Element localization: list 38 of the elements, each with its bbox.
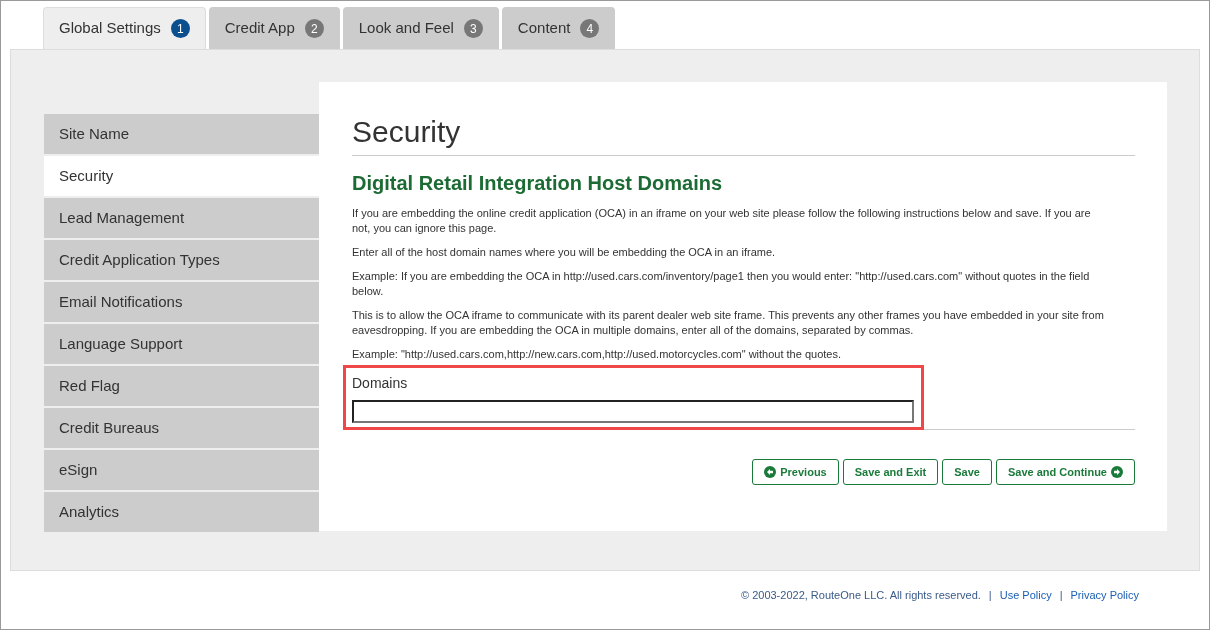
sidebar-item[interactable]: Analytics <box>44 492 319 532</box>
step-number-badge: 3 <box>463 19 483 38</box>
page-title: Security <box>352 112 1135 156</box>
tab[interactable]: Credit App 2 <box>208 7 340 49</box>
right-arrow-circle-icon <box>1111 466 1123 478</box>
sidebar-item[interactable]: Email Notifications <box>44 282 319 322</box>
instruction-text: Enter all of the host domain names where you will be embedding the OCA in an iframe. <box>352 245 777 260</box>
sidebar-item[interactable]: Site Name <box>44 114 319 154</box>
domains-input-field[interactable] <box>352 400 914 423</box>
left-arrow-circle-icon <box>764 466 777 478</box>
sidebar-item[interactable]: Lead Management <box>44 198 319 238</box>
sidebar-item[interactable]: Credit Bureaus <box>44 408 319 448</box>
instruction-text: This is to allow the OCA iframe to communicate with its parent dealer web site frame. This prevents any other frames you have embedded in your site from eavesdropping. If you are embedding the OCA in multiple domains, enter all of the domains, separated by commas. <box>352 308 1105 338</box>
separator: | <box>988 588 992 603</box>
tab[interactable]: Content 4 <box>501 7 616 49</box>
action-button[interactable]: Save and Exit <box>842 459 939 485</box>
sidebar-item[interactable]: Red Flag <box>44 366 319 406</box>
step-number-badge: 2 <box>304 19 324 38</box>
action-button[interactable]: Previous <box>752 459 839 485</box>
sidebar-item[interactable]: Security <box>44 156 319 196</box>
instruction-text: Example: "http://used.cars.com,http://new.cars.com,http://used.motorcycles.com" without the quotes. <box>352 347 842 362</box>
separator: | <box>1059 588 1063 603</box>
tab[interactable]: Global Settings 1 <box>43 7 206 49</box>
sidebar-item[interactable]: Credit Application Types <box>44 240 319 280</box>
footer-link[interactable]: Privacy Policy <box>1070 587 1139 604</box>
instruction-text: If you are embedding the online credit application (OCA) in an iframe on your web site please follow the following instructions below and save. If you are not, you can ignore this page. <box>352 206 1092 236</box>
tab[interactable]: Look and Feel 3 <box>342 7 499 49</box>
instruction-text: Example: If you are embedding the OCA in http://used.cars.com/inventory/page1 then you would enter: "http://used.cars.com" without quotes in the field below. <box>352 269 1091 299</box>
step-number-badge: 1 <box>170 19 190 38</box>
section-title: Digital Retail Integration Host Domains <box>352 171 724 196</box>
sidebar-item[interactable]: eSign <box>44 450 319 490</box>
action-button[interactable]: Save and Continue <box>995 459 1135 485</box>
copyright-text: © 2003-2022, RouteOne LLC. All rights reserved. <box>741 588 981 603</box>
sidebar-item[interactable]: Language Support <box>44 324 319 364</box>
field-label: Domains <box>352 374 409 393</box>
footer-link[interactable]: Use Policy <box>999 587 1052 604</box>
step-number-badge: 4 <box>580 19 600 38</box>
action-button[interactable]: Save <box>942 459 992 485</box>
